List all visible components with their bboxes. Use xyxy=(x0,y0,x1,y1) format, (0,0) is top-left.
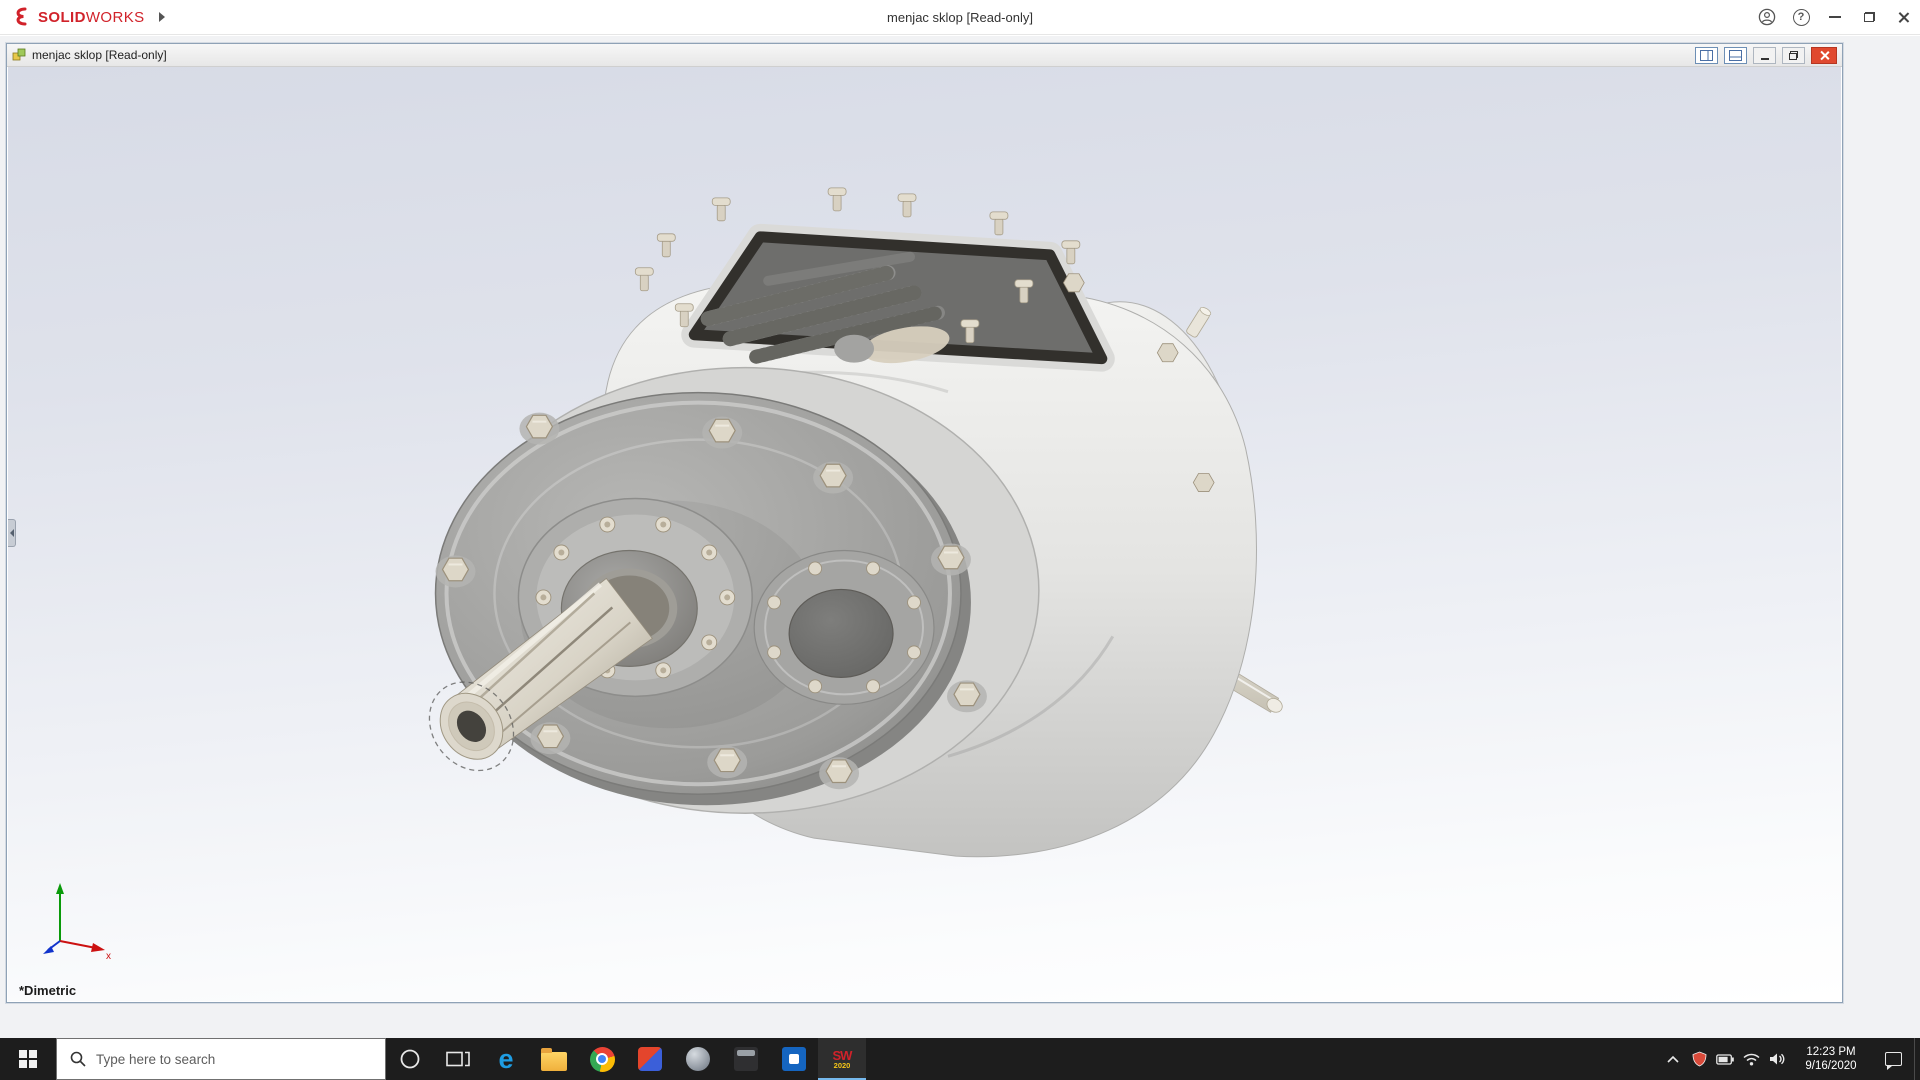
titlebar-controls: ? xyxy=(1750,0,1920,34)
pinned-app-button-3[interactable] xyxy=(722,1038,770,1080)
tray-expand-button[interactable] xyxy=(1660,1038,1686,1080)
brand-text-light: WORKS xyxy=(85,8,145,26)
workspace-background: menjac sklop [Read-only] x *Dimetric xyxy=(0,36,1920,1038)
y-axis-arrow xyxy=(56,883,64,894)
minimize-icon xyxy=(1829,16,1841,18)
x-axis-label: x xyxy=(106,951,111,959)
solidworks-logo-mark xyxy=(16,7,27,26)
person-icon xyxy=(1758,8,1776,26)
pinned-app-icon-2 xyxy=(686,1047,710,1071)
chrome-icon xyxy=(589,1046,615,1072)
document-minimize-button[interactable] xyxy=(1753,46,1776,64)
minimize-button[interactable] xyxy=(1818,0,1852,34)
document-close-button[interactable] xyxy=(1811,46,1837,64)
help-button[interactable]: ? xyxy=(1784,0,1818,34)
display-pane-bottom-button[interactable] xyxy=(1724,46,1747,64)
chrome-button[interactable] xyxy=(578,1038,626,1080)
document-title: menjac sklop [Read-only] xyxy=(32,48,167,62)
viewport-3d[interactable]: x *Dimetric xyxy=(8,67,1841,1001)
windows-logo-icon xyxy=(19,1050,37,1068)
app-title: menjac sklop [Read-only] xyxy=(887,9,1033,25)
speaker-icon xyxy=(1770,1053,1785,1065)
close-icon xyxy=(1897,11,1910,24)
help-icon: ? xyxy=(1792,8,1810,26)
wifi-icon xyxy=(1743,1053,1759,1065)
app-titlebar: SOLIDWORKS menjac sklop [Read-only] ? xyxy=(0,0,1920,35)
battery-icon xyxy=(1716,1053,1734,1065)
notifications-icon xyxy=(1884,1052,1902,1070)
start-button[interactable] xyxy=(0,1038,56,1080)
pinned-app-icon-4 xyxy=(782,1047,806,1071)
search-icon xyxy=(70,1051,86,1067)
pinned-app-button-2[interactable] xyxy=(674,1038,722,1080)
screen: SOLIDWORKS menjac sklop [Read-only] ? me… xyxy=(0,0,1920,1080)
pinned-app-button-1[interactable] xyxy=(626,1038,674,1080)
action-center-button[interactable] xyxy=(1872,1038,1914,1080)
document-window-controls xyxy=(1695,46,1837,64)
solidworks-icon: SW xyxy=(832,1047,853,1063)
restore-icon xyxy=(1863,12,1875,22)
system-tray: 12:23 PM 9/16/2020 xyxy=(1660,1038,1920,1080)
show-desktop-button[interactable] xyxy=(1914,1038,1920,1080)
edge-button[interactable]: e xyxy=(482,1038,530,1080)
gearbox-model[interactable] xyxy=(8,67,1841,1001)
taskbar-search[interactable] xyxy=(56,1038,386,1080)
pane-split-horizontal-icon xyxy=(1729,49,1742,61)
solidworks-year-badge: 2020 xyxy=(833,1060,851,1070)
document-window: menjac sklop [Read-only] x *Dimetric xyxy=(6,43,1843,1003)
pinned-app-icon-3 xyxy=(734,1047,758,1071)
battery-button[interactable] xyxy=(1712,1038,1738,1080)
file-explorer-icon xyxy=(541,1048,567,1071)
solidworks-taskbar-button[interactable]: SW 2020 xyxy=(818,1038,866,1080)
display-pane-left-button[interactable] xyxy=(1695,46,1718,64)
document-titlebar[interactable]: menjac sklop [Read-only] xyxy=(7,44,1842,67)
task-view-icon xyxy=(446,1051,470,1067)
edge-icon: e xyxy=(498,1043,514,1074)
clock-date: 9/16/2020 xyxy=(1805,1060,1857,1072)
network-button[interactable] xyxy=(1738,1038,1764,1080)
cortana-icon xyxy=(400,1049,420,1069)
account-button[interactable] xyxy=(1750,0,1784,34)
brand-text-bold: SOLID xyxy=(38,8,86,26)
volume-button[interactable] xyxy=(1764,1038,1790,1080)
pane-split-vertical-icon xyxy=(1700,49,1713,61)
chevron-up-icon xyxy=(1667,1055,1679,1063)
taskbar: e SW 2020 xyxy=(0,1038,1920,1080)
minimize-icon xyxy=(1760,57,1769,60)
search-input[interactable] xyxy=(96,1051,346,1067)
file-explorer-button[interactable] xyxy=(530,1038,578,1080)
flyout-arrow-icon[interactable] xyxy=(158,12,165,22)
pinned-app-icon-1 xyxy=(638,1047,662,1071)
taskbar-clock[interactable]: 12:23 PM 9/16/2020 xyxy=(1790,1038,1872,1080)
secondary-cover[interactable] xyxy=(753,549,935,705)
close-icon xyxy=(1819,50,1830,61)
document-restore-button[interactable] xyxy=(1782,46,1805,64)
view-orientation-label: *Dimetric xyxy=(19,983,77,998)
pinned-app-button-4[interactable] xyxy=(770,1038,818,1080)
brand-text: SOLIDWORKS xyxy=(38,9,145,26)
panel-collapse-handle[interactable] xyxy=(8,519,16,547)
restore-icon xyxy=(1789,50,1798,60)
task-view-button[interactable] xyxy=(434,1038,482,1080)
close-button[interactable] xyxy=(1886,0,1920,34)
assembly-icon xyxy=(12,48,26,61)
restore-button[interactable] xyxy=(1852,0,1886,34)
rear-stub-shaft[interactable] xyxy=(1186,306,1213,339)
clock-time: 12:23 PM xyxy=(1806,1046,1856,1058)
solidworks-logo[interactable]: SOLIDWORKS xyxy=(0,7,165,27)
x-axis-arrow xyxy=(91,943,105,952)
cortana-button[interactable] xyxy=(386,1038,434,1080)
orientation-triad[interactable]: x xyxy=(36,879,116,959)
tray-app-button[interactable] xyxy=(1686,1038,1712,1080)
shield-icon xyxy=(1692,1051,1706,1067)
